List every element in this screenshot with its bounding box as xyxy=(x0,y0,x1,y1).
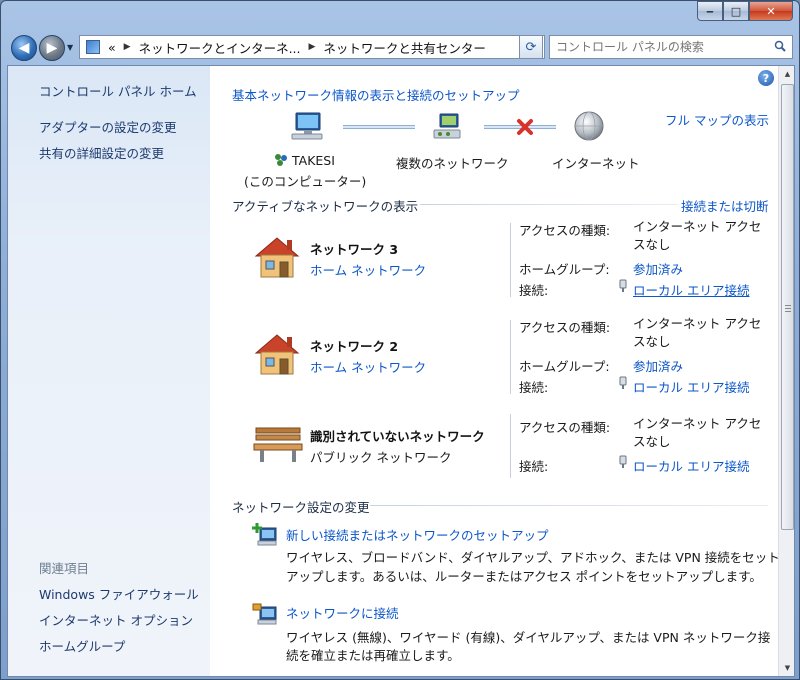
connect-to-network-desc: ワイヤレス (無線)、ワイヤード (有線)、ダイヤルアップ、または VPN ネッ… xyxy=(286,630,771,645)
search-box[interactable] xyxy=(549,35,793,59)
local-area-connection-link[interactable]: ローカル エリア接続 xyxy=(633,280,749,299)
internet-globe-icon xyxy=(574,111,604,141)
access-type-value: インターネット アクセ xyxy=(633,416,762,431)
scroll-down-icon[interactable]: ▼ xyxy=(780,660,794,676)
page-title[interactable]: 基本ネットワーク情報の表示と接続のセットアップ xyxy=(232,85,520,104)
close-button[interactable]: ✕ xyxy=(749,1,793,21)
access-type-label: アクセスの種類: xyxy=(519,320,611,335)
connect-to-network-link[interactable]: ネットワークに接続 xyxy=(286,603,399,622)
sidebar-internet-options[interactable]: インターネット オプション xyxy=(39,610,193,629)
access-type-value-cont: スなし xyxy=(633,237,671,252)
homegroup-label: ホームグループ: xyxy=(519,359,610,374)
sidebar: コントロール パネル ホーム アダプターの設定の変更 共有の詳細設定の変更 関連… xyxy=(8,66,210,676)
vertical-divider xyxy=(510,223,511,297)
multiple-networks-icon xyxy=(433,113,461,139)
network-name: 識別されていないネットワーク xyxy=(310,429,485,444)
active-networks-heading: アクティブなネットワークの表示 xyxy=(232,199,419,214)
scroll-up-icon[interactable]: ▲ xyxy=(780,66,794,82)
section-divider xyxy=(420,204,678,205)
network-type-link[interactable]: ホーム ネットワーク xyxy=(310,357,426,376)
computer-caption: (このコンピューター) xyxy=(244,174,367,189)
setup-new-connection-desc-cont: アップします。あるいは、ルーターまたはアクセス ポイントをセットアップします。 xyxy=(286,569,762,584)
maximize-button[interactable]: □ xyxy=(723,1,749,21)
back-button[interactable]: ◀ xyxy=(11,35,37,61)
breadcrumb-overflow[interactable]: « xyxy=(108,40,116,55)
back-arrow-icon: ◀ xyxy=(18,40,30,56)
section-divider xyxy=(370,505,768,506)
access-type-value: インターネット アクセ xyxy=(633,219,762,234)
computer-network-icon xyxy=(275,154,287,166)
sidebar-related-heading: 関連項目 xyxy=(39,561,90,576)
navigation-bar: ◀ ▶ ▼ « ▶ ネットワークとインターネ... ▶ ネットワークと共有センタ… xyxy=(7,31,795,63)
scroll-grip-icon xyxy=(785,305,791,312)
breadcrumb-item-sharing-center[interactable]: ネットワークと共有センター xyxy=(323,38,486,57)
access-type-value: インターネット アクセ xyxy=(633,316,762,331)
search-input[interactable] xyxy=(550,36,760,58)
sidebar-homegroup[interactable]: ホームグループ xyxy=(39,636,125,655)
title-bar[interactable]: ‒ □ ✕ xyxy=(1,1,799,29)
home-network-icon[interactable] xyxy=(252,331,302,377)
refresh-icon: ⟳ xyxy=(525,39,537,55)
vertical-divider xyxy=(510,414,511,478)
full-map-link[interactable]: フル マップの表示 xyxy=(665,110,769,129)
multiple-networks-label[interactable]: 複数のネットワーク xyxy=(396,153,509,172)
connect-disconnect-link[interactable]: 接続または切断 xyxy=(681,196,769,215)
refresh-button[interactable]: ⟳ xyxy=(519,35,543,59)
local-area-connection-link[interactable]: ローカル エリア接続 xyxy=(633,377,749,396)
local-area-connection-link[interactable]: ローカル エリア接続 xyxy=(633,456,749,475)
sidebar-control-panel-home[interactable]: コントロール パネル ホーム xyxy=(39,81,197,100)
breadcrumb-item-network-internet[interactable]: ネットワークとインターネ... xyxy=(139,38,301,57)
breadcrumb-separator-icon: ▶ xyxy=(123,42,131,52)
connect-to-network-icon xyxy=(252,603,277,625)
connection-line xyxy=(343,125,415,129)
search-icon[interactable] xyxy=(774,40,786,52)
access-type-value-cont: スなし xyxy=(633,434,671,449)
network-type-label: パブリック ネットワーク xyxy=(310,450,452,465)
setup-new-connection-desc: ワイヤレス、ブロードバンド、ダイヤルアップ、アドホック、または VPN 接続をセ… xyxy=(286,550,780,565)
main-panel: 基本ネットワーク情報の表示と接続のセットアップ フル マップの表示 TAKESI… xyxy=(210,66,780,676)
network-name: ネットワーク 2 xyxy=(310,339,399,354)
forward-arrow-icon: ▶ xyxy=(46,40,58,56)
address-bar[interactable]: « ▶ ネットワークとインターネ... ▶ ネットワークと共有センター ▼ xyxy=(79,35,545,59)
scroll-thumb[interactable] xyxy=(781,84,794,530)
vertical-divider xyxy=(510,320,511,394)
ethernet-icon xyxy=(619,455,627,468)
computer-name[interactable]: TAKESI xyxy=(292,153,335,168)
access-type-label: アクセスの種類: xyxy=(519,420,611,435)
homegroup-joined-link[interactable]: 参加済み xyxy=(633,356,683,375)
computer-icon xyxy=(291,112,323,140)
forward-button[interactable]: ▶ xyxy=(39,35,65,61)
setup-new-connection-link[interactable]: 新しい接続またはネットワークのセットアップ xyxy=(286,525,549,544)
sidebar-adapter-settings[interactable]: アダプターの設定の変更 xyxy=(39,117,177,136)
no-connection-icon xyxy=(517,119,533,135)
connect-to-network-desc-cont: 続を確立または再確立します。 xyxy=(286,648,460,663)
breadcrumb-separator-icon[interactable]: ▶ xyxy=(309,42,316,52)
homegroup-joined-link[interactable]: 参加済み xyxy=(633,259,683,278)
control-panel-icon xyxy=(86,40,100,54)
breadcrumb: « ▶ ネットワークとインターネ... ▶ ネットワークと共有センター xyxy=(108,38,486,57)
ethernet-icon xyxy=(619,279,627,292)
home-network-icon[interactable] xyxy=(252,234,302,280)
window-controls: ‒ □ ✕ xyxy=(697,1,793,21)
connection-label: 接続: xyxy=(519,283,549,298)
homegroup-label: ホームグループ: xyxy=(519,262,610,277)
new-connection-setup-icon xyxy=(252,523,277,546)
recent-pages-dropdown-icon[interactable]: ▼ xyxy=(67,43,73,52)
minimize-button[interactable]: ‒ xyxy=(697,1,723,21)
access-type-label: アクセスの種類: xyxy=(519,223,611,238)
ethernet-icon xyxy=(619,376,627,389)
sidebar-advanced-sharing[interactable]: 共有の詳細設定の変更 xyxy=(39,143,164,162)
window-frame: ‒ □ ✕ ◀ ▶ ▼ « ▶ ネットワークとインターネ... ▶ ネットワーク… xyxy=(0,0,800,680)
connection-label: 接続: xyxy=(519,459,549,474)
change-settings-heading: ネットワーク設定の変更 xyxy=(232,500,370,515)
vertical-scrollbar[interactable]: ▲ ▼ xyxy=(778,66,794,676)
connection-label: 接続: xyxy=(519,380,549,395)
internet-label[interactable]: インターネット xyxy=(552,153,640,172)
network-name: ネットワーク 3 xyxy=(310,242,399,257)
sidebar-windows-firewall[interactable]: Windows ファイアウォール xyxy=(39,584,199,603)
public-network-bench-icon[interactable] xyxy=(252,422,304,464)
network-type-link[interactable]: ホーム ネットワーク xyxy=(310,260,426,279)
content-area: コントロール パネル ホーム アダプターの設定の変更 共有の詳細設定の変更 関連… xyxy=(7,65,795,677)
access-type-value-cont: スなし xyxy=(633,334,671,349)
